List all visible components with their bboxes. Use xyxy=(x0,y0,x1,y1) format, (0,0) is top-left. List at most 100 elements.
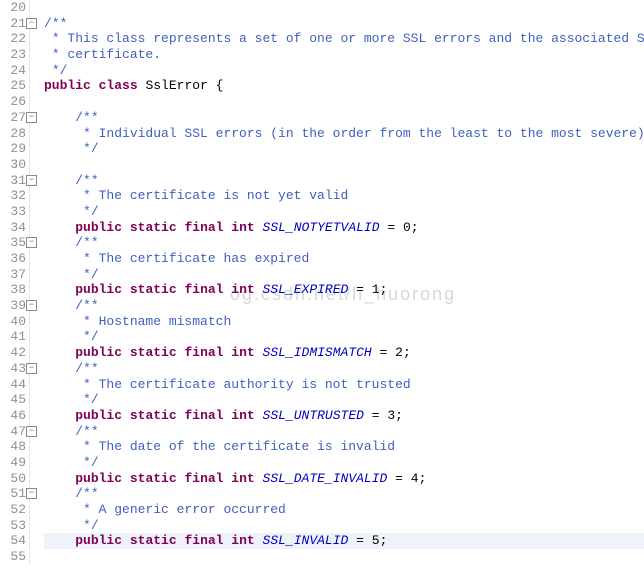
line-number: 52 xyxy=(0,502,26,518)
constant-identifier: SSL_EXPIRED xyxy=(263,282,349,297)
keyword: final xyxy=(184,282,223,297)
line-number: 44 xyxy=(0,377,26,393)
line-number: 41 xyxy=(0,329,26,345)
line-number: 29 xyxy=(0,141,26,157)
line-number: 36 xyxy=(0,251,26,267)
keyword: int xyxy=(231,282,254,297)
code-editor[interactable]: { "watermark": "og.csdn.net/li_huorong",… xyxy=(0,0,644,570)
constant-identifier: SSL_DATE_INVALID xyxy=(263,471,388,486)
code-line[interactable]: * Hostname mismatch xyxy=(44,314,644,330)
code-line[interactable]: * certificate. xyxy=(44,47,644,63)
javadoc-text: */ xyxy=(83,329,99,344)
keyword: final xyxy=(184,471,223,486)
code-area[interactable]: /** * This class represents a set of one… xyxy=(30,0,644,565)
number-literal: 0 xyxy=(403,220,411,235)
javadoc-text: /** xyxy=(75,424,98,439)
line-number: 40 xyxy=(0,314,26,330)
number-literal: 5 xyxy=(372,533,380,548)
code-line[interactable]: /** xyxy=(44,486,644,502)
line-number: 48 xyxy=(0,439,26,455)
keyword: static xyxy=(130,282,177,297)
code-line[interactable]: */ xyxy=(44,63,644,79)
code-line[interactable]: /** xyxy=(44,424,644,440)
keyword: public xyxy=(75,282,122,297)
code-line[interactable]: /** xyxy=(44,235,644,251)
code-line[interactable]: */ xyxy=(44,141,644,157)
code-line[interactable]: /** xyxy=(44,298,644,314)
code-line[interactable]: * The certificate authority is not trust… xyxy=(44,377,644,393)
javadoc-text: * certificate. xyxy=(52,47,161,62)
javadoc-text: */ xyxy=(83,267,99,282)
keyword: int xyxy=(231,345,254,360)
code-line[interactable]: */ xyxy=(44,455,644,471)
line-number: 55 xyxy=(0,549,26,565)
line-number: 49 xyxy=(0,455,26,471)
code-line[interactable] xyxy=(44,0,644,16)
line-number: 20 xyxy=(0,0,26,16)
line-number: 50 xyxy=(0,471,26,487)
code-line[interactable]: public static final int SSL_EXPIRED = 1; xyxy=(44,282,644,298)
line-number: 32 xyxy=(0,188,26,204)
keyword: public xyxy=(75,408,122,423)
javadoc-text: * Individual SSL errors (in the order fr… xyxy=(83,126,644,141)
code-line[interactable]: /** xyxy=(44,173,644,189)
code-line[interactable]: public static final int SSL_DATE_INVALID… xyxy=(44,471,644,487)
line-number: 47− xyxy=(0,424,26,440)
line-number: 35− xyxy=(0,235,26,251)
code-line[interactable]: */ xyxy=(44,204,644,220)
javadoc-text: */ xyxy=(83,392,99,407)
keyword: final xyxy=(184,533,223,548)
code-line[interactable]: public static final int SSL_UNTRUSTED = … xyxy=(44,408,644,424)
javadoc-text: */ xyxy=(83,518,99,533)
line-number: 23 xyxy=(0,47,26,63)
code-line[interactable]: * The certificate is not yet valid xyxy=(44,188,644,204)
javadoc-text: * A generic error occurred xyxy=(83,502,286,517)
code-line[interactable]: * Individual SSL errors (in the order fr… xyxy=(44,126,644,142)
number-literal: 1 xyxy=(372,282,380,297)
code-line[interactable]: */ xyxy=(44,267,644,283)
line-number: 25 xyxy=(0,78,26,94)
line-number: 26 xyxy=(0,94,26,110)
code-line[interactable]: /** xyxy=(44,110,644,126)
code-line[interactable]: /** xyxy=(44,16,644,32)
constant-identifier: SSL_INVALID xyxy=(263,533,349,548)
javadoc-text: * The certificate authority is not trust… xyxy=(83,377,411,392)
code-line[interactable]: */ xyxy=(44,392,644,408)
constant-identifier: SSL_NOTYETVALID xyxy=(263,220,380,235)
code-line[interactable]: public class SslError { xyxy=(44,78,644,94)
code-line[interactable] xyxy=(44,94,644,110)
keyword: final xyxy=(184,345,223,360)
keyword: final xyxy=(184,220,223,235)
line-number-gutter: 2021−222324252627−28293031−32333435−3637… xyxy=(0,0,30,565)
code-line[interactable]: public static final int SSL_NOTYETVALID … xyxy=(44,220,644,236)
code-line[interactable] xyxy=(44,549,644,565)
code-line[interactable]: * The certificate has expired xyxy=(44,251,644,267)
keyword: final xyxy=(184,408,223,423)
line-number: 27− xyxy=(0,110,26,126)
keyword: public xyxy=(44,78,91,93)
javadoc-text: * The certificate has expired xyxy=(83,251,309,266)
javadoc-text: */ xyxy=(83,204,99,219)
code-line[interactable]: * The date of the certificate is invalid xyxy=(44,439,644,455)
code-line[interactable]: * A generic error occurred xyxy=(44,502,644,518)
line-number: 37 xyxy=(0,267,26,283)
code-line[interactable]: */ xyxy=(44,329,644,345)
line-number: 39− xyxy=(0,298,26,314)
code-line[interactable]: /** xyxy=(44,361,644,377)
line-number: 46 xyxy=(0,408,26,424)
line-number: 45 xyxy=(0,392,26,408)
code-line[interactable]: public static final int SSL_IDMISMATCH =… xyxy=(44,345,644,361)
line-number: 21− xyxy=(0,16,26,32)
line-number: 33 xyxy=(0,204,26,220)
line-number: 53 xyxy=(0,518,26,534)
code-line[interactable]: */ xyxy=(44,518,644,534)
line-number: 31− xyxy=(0,173,26,189)
javadoc-text: * Hostname mismatch xyxy=(83,314,231,329)
code-line[interactable] xyxy=(44,157,644,173)
code-line[interactable]: public static final int SSL_INVALID = 5; xyxy=(44,533,644,549)
line-number: 38 xyxy=(0,282,26,298)
code-line[interactable]: * This class represents a set of one or … xyxy=(44,31,644,47)
keyword: int xyxy=(231,220,254,235)
number-literal: 4 xyxy=(411,471,419,486)
javadoc-text: */ xyxy=(83,455,99,470)
